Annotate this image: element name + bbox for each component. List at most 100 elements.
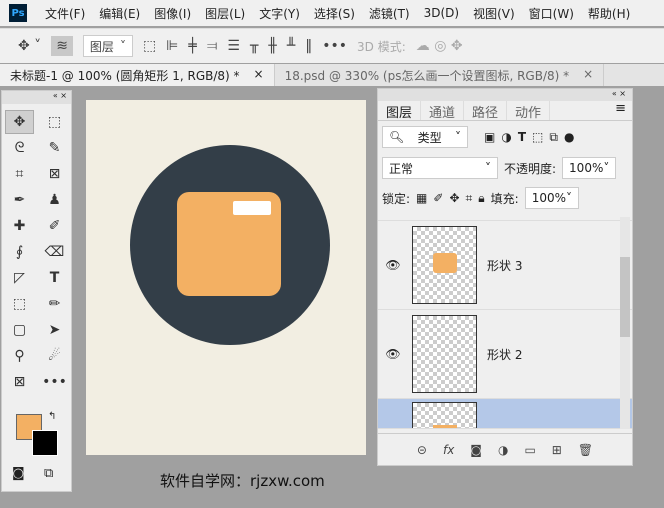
shape-filter-icon[interactable]: ⬚ [532, 130, 543, 144]
layers-scrollbar[interactable] [620, 217, 630, 429]
tab-layers[interactable]: 图层 [378, 101, 422, 121]
new-layer-icon[interactable]: ⊞ [552, 443, 562, 457]
zoom-tool-icon[interactable]: ⚲ [2, 344, 37, 368]
move-tool-icon[interactable]: ✥ [5, 110, 34, 134]
visibility-eye-icon[interactable]: 👁︎ [378, 347, 408, 361]
layer-row[interactable]: 👁︎ 形状 3 [378, 221, 632, 310]
layer-row-selected[interactable] [378, 399, 632, 429]
menu-layer[interactable]: 图层(L) [205, 5, 245, 22]
align-left-icon[interactable]: ⊫ [166, 38, 178, 54]
align-bottom-icon[interactable]: ╨ [287, 38, 295, 54]
auto-select-dropdown[interactable]: 图层 ˅ [82, 35, 133, 57]
opacity-input[interactable]: 100% ˅ [562, 157, 617, 179]
type-filter-icon[interactable]: T [518, 130, 526, 144]
smudge-tool-icon[interactable]: ☄ [37, 344, 72, 368]
tab-actions[interactable]: 动作 [507, 101, 551, 121]
add-mask-icon[interactable]: ◙ [470, 443, 482, 457]
quick-mask-icon[interactable]: ◙ [12, 466, 25, 481]
opacity-label: 不透明度: [504, 161, 557, 176]
pen-tool-icon[interactable]: ⬚ [2, 292, 37, 316]
menu-filter[interactable]: 滤镜(T) [369, 5, 410, 22]
align-top-icon[interactable]: ╥ [250, 38, 258, 54]
menu-edit[interactable]: 编辑(E) [99, 5, 140, 22]
chevron-down-icon[interactable]: ˅ [566, 191, 572, 205]
chevron-down-icon[interactable]: ˅ [603, 161, 609, 175]
tab-doc-2[interactable]: 18.psd @ 330% (ps怎么画一个设置图标, RGB/8) * × [275, 64, 605, 86]
tab-channels[interactable]: 通道 [421, 101, 465, 121]
transform-controls-icon[interactable]: ⬚ [143, 38, 156, 54]
auto-select-icon[interactable]: ≋ [51, 36, 73, 56]
stamp-tool-icon[interactable]: ♟ [37, 188, 72, 212]
tab-doc-1[interactable]: 未标题-1 @ 100% (圆角矩形 1, RGB/8) * × [0, 64, 275, 86]
menu-file[interactable]: 文件(F) [45, 5, 85, 22]
distribute-icon[interactable]: ☰ [227, 38, 240, 54]
collapse-icon[interactable]: « × [378, 89, 632, 101]
lock-paint-icon[interactable]: ✐ [433, 191, 443, 205]
layer-thumbnail [412, 315, 477, 393]
document-tabs: 未标题-1 @ 100% (圆角矩形 1, RGB/8) * × 18.psd @… [0, 64, 664, 86]
lock-all-icon[interactable]: 🔒︎ [478, 191, 484, 206]
menu-window[interactable]: 窗口(W) [529, 5, 574, 22]
quick-select-icon[interactable]: ✎ [37, 136, 72, 160]
screen-mode-icon[interactable]: ⧉ [44, 466, 53, 481]
layer-row[interactable]: 👁︎ 形状 2 [378, 310, 632, 399]
fx-icon[interactable]: fx [443, 443, 454, 457]
smart-object-filter-icon[interactable]: ⧉ [549, 130, 558, 145]
brush-tool-icon[interactable]: ✐ [37, 214, 72, 238]
frame-tool-icon[interactable]: ⊠ [37, 162, 72, 186]
fill-input[interactable]: 100% ˅ [524, 187, 579, 209]
artboard-icon[interactable]: ⊠ [2, 370, 37, 394]
menu-help[interactable]: 帮助(H) [588, 5, 630, 22]
marquee-tool-icon[interactable]: ⬚ [37, 110, 72, 134]
filter-dropdown[interactable]: 🔍︎ 类型 ˅ [382, 126, 468, 148]
history-brush-icon[interactable]: ∮ [2, 240, 37, 264]
lock-transparent-icon[interactable]: ▦ [416, 191, 427, 205]
menu-view[interactable]: 视图(V) [473, 5, 515, 22]
eyedropper-icon[interactable]: ✒ [2, 188, 37, 212]
align-center-icon[interactable]: ╪ [188, 38, 196, 54]
link-layers-icon[interactable]: ⊝ [417, 443, 427, 457]
path-select-icon[interactable]: ◸ [2, 266, 37, 290]
image-filter-icon[interactable]: ▣ [484, 130, 495, 144]
collapse-icon[interactable]: « × [2, 91, 71, 104]
visibility-eye-icon[interactable]: 👁︎ [378, 258, 408, 272]
shape-tool-icon[interactable]: ▢ [2, 318, 37, 342]
type-tool-icon[interactable]: T [37, 266, 72, 290]
swap-colors-icon[interactable]: ↰ [48, 411, 56, 422]
eraser-tool-icon[interactable]: ⌫ [37, 240, 72, 264]
direct-select-icon[interactable]: ➤ [37, 318, 72, 342]
more-icon[interactable]: ••• [322, 38, 347, 54]
delete-layer-icon[interactable]: 🗑︎ [578, 443, 593, 457]
new-group-icon[interactable]: ▭ [524, 443, 535, 457]
align-right-icon[interactable]: ⫤ [207, 38, 218, 54]
adjustment-filter-icon[interactable]: ◑ [501, 130, 511, 144]
distribute-h-icon[interactable]: ‖ [305, 38, 312, 54]
lock-position-icon[interactable]: ✥ [449, 191, 459, 205]
crop-tool-icon[interactable]: ⌗ [2, 162, 37, 186]
folder-paper-shape [233, 201, 271, 215]
menu-3d[interactable]: 3D(D) [424, 6, 459, 20]
menu-bar: Ps 文件(F) 编辑(E) 图像(I) 图层(L) 文字(Y) 选择(S) 滤… [0, 0, 664, 26]
3d-rotate-icon[interactable]: ☁ ◎ ✥ [416, 38, 463, 54]
filter-toggle-icon[interactable]: ● [564, 130, 574, 144]
lock-artboard-icon[interactable]: ⌗ [466, 191, 473, 206]
blend-mode-dropdown[interactable]: 正常 ˅ [382, 157, 498, 179]
layer-name[interactable]: 形状 2 [487, 346, 522, 363]
menu-select[interactable]: 选择(S) [314, 5, 355, 22]
layer-name[interactable]: 形状 3 [487, 257, 522, 274]
close-icon[interactable]: × [254, 67, 264, 83]
move-tool-icon[interactable]: ✥ ˅ [18, 38, 41, 54]
align-middle-icon[interactable]: ╫ [268, 38, 276, 54]
panel-menu-icon[interactable]: ≡ [615, 101, 632, 120]
lasso-tool-icon[interactable]: ᘓ [2, 136, 37, 160]
healing-brush-icon[interactable]: ✚ [2, 214, 37, 238]
menu-type[interactable]: 文字(Y) [259, 5, 300, 22]
watermark-text: 软件自学网：rjzxw.com [160, 472, 325, 490]
menu-image[interactable]: 图像(I) [154, 5, 191, 22]
close-icon[interactable]: × [583, 67, 593, 83]
adjustment-layer-icon[interactable]: ◑ [498, 443, 508, 457]
tab-paths[interactable]: 路径 [464, 101, 508, 121]
pencil-icon[interactable]: ✏ [37, 292, 72, 316]
background-color-swatch[interactable] [32, 430, 58, 456]
more-tools-icon[interactable]: ••• [37, 370, 72, 394]
